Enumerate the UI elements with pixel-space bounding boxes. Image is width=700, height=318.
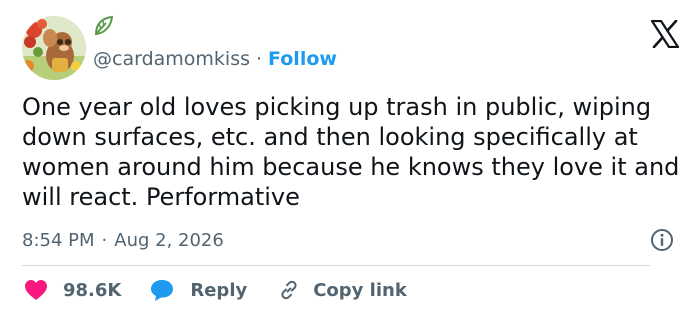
author-row: @cardamomkiss · Follow (93, 47, 337, 71)
leaf-icon (92, 14, 114, 38)
avatar[interactable] (22, 16, 86, 80)
action-bar: 98.6K Reply Copy link (24, 276, 407, 304)
like-button[interactable]: 98.6K (24, 279, 121, 301)
link-icon (277, 278, 301, 302)
copy-link-label: Copy link (313, 279, 407, 301)
like-count: 98.6K (63, 279, 122, 301)
speech-bubble-icon (149, 278, 175, 302)
tweet-time[interactable]: 8:54 PM (22, 230, 95, 251)
copy-link-button[interactable]: Copy link (277, 278, 407, 302)
tweet-meta: 8:54 PM · Aug 2, 2026 (22, 228, 224, 252)
info-icon[interactable] (650, 228, 674, 252)
follow-button[interactable]: Follow (268, 48, 337, 70)
tweet-text: One year old loves picking up trash in p… (22, 93, 680, 211)
divider (22, 265, 650, 266)
x-logo-icon[interactable] (650, 19, 680, 49)
separator-dot: · (256, 48, 263, 70)
tweet-date[interactable]: Aug 2, 2026 (114, 230, 224, 251)
reply-label: Reply (190, 279, 248, 301)
reply-button[interactable]: Reply (149, 278, 247, 302)
meta-separator: · (101, 229, 108, 251)
heart-icon (24, 279, 48, 301)
author-handle[interactable]: @cardamomkiss (93, 48, 250, 70)
